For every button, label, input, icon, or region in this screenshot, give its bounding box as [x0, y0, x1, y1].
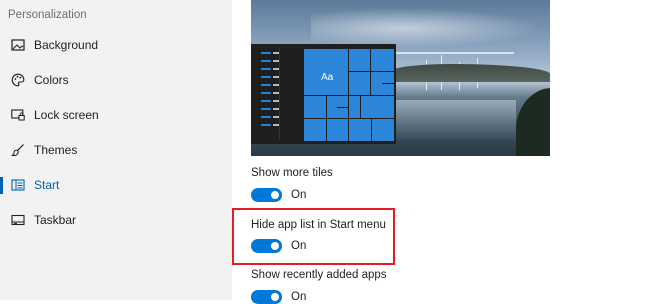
app-list-entry [273, 60, 279, 62]
show-more-tiles-toggle[interactable] [251, 188, 282, 202]
brush-icon [11, 143, 25, 157]
tile-divider [304, 95, 394, 96]
app-list-entry [261, 60, 271, 62]
tile-grid-preview: Aa [304, 49, 394, 141]
tile-divider [304, 118, 348, 119]
sidebar-item-background[interactable]: Background [0, 30, 232, 60]
tile-divider [371, 118, 372, 141]
tile-divider [349, 71, 394, 72]
app-list-entry [261, 76, 271, 78]
tile-divider [382, 83, 394, 84]
sidebar-item-taskbar[interactable]: Taskbar [0, 205, 232, 235]
show-recently-added-toggle[interactable] [251, 290, 282, 304]
settings-sidebar: Personalization Background Colors Lock s… [0, 0, 232, 300]
sidebar-item-label: Lock screen [34, 108, 99, 122]
sidebar-item-label: Background [34, 38, 99, 52]
toggle-knob [271, 191, 279, 199]
app-list-entry [273, 52, 279, 54]
highlight-annotation-box [232, 208, 395, 265]
taskbar-icon [11, 213, 25, 227]
app-list-entry [261, 124, 271, 126]
water-reflection [396, 100, 516, 140]
sidebar-item-label: Themes [34, 143, 78, 157]
app-list-entry [261, 92, 271, 94]
start-icon [11, 178, 25, 192]
picture-icon [11, 38, 25, 52]
app-list-entry [273, 84, 279, 86]
tile-divider [370, 49, 371, 95]
app-list-entry [261, 108, 271, 110]
app-list-entry [273, 108, 279, 110]
app-list-entry [273, 76, 279, 78]
app-list-entry [273, 68, 279, 70]
section-title: Personalization [8, 9, 87, 21]
app-list-entry [261, 116, 271, 118]
start-menu-preview: Aa [251, 44, 396, 144]
sidebar-item-lock-screen[interactable]: Lock screen [0, 100, 232, 130]
app-list-entry [261, 68, 271, 70]
tile-text: Aa [321, 72, 334, 83]
palette-icon [11, 73, 25, 87]
toggle-state-text: On [291, 189, 307, 201]
start-preview: Aa [251, 0, 550, 156]
lock-screen-icon [11, 108, 25, 122]
toggle-knob [271, 242, 279, 250]
sidebar-item-label: Start [34, 178, 60, 192]
hide-app-list-toggle[interactable] [251, 239, 282, 253]
show-recently-added-label: Show recently added apps [251, 269, 387, 281]
tile-divider [337, 107, 348, 108]
app-list-entry [273, 92, 279, 94]
treeline [391, 64, 550, 82]
app-list-entry [261, 52, 271, 54]
toggle-state-text: On [291, 240, 307, 252]
sky-cloud [311, 8, 541, 48]
sidebar-item-label: Taskbar [34, 213, 77, 227]
app-list-entry [273, 100, 279, 102]
sidebar-item-start[interactable]: Start [0, 170, 232, 200]
sidebar-item-colors[interactable]: Colors [0, 65, 232, 95]
shoreline [516, 88, 550, 156]
toggle-state-text: On [291, 291, 307, 303]
app-list-entry [273, 124, 279, 126]
sidebar-item-label: Colors [34, 73, 69, 87]
app-list-entry [273, 116, 279, 118]
bridge [394, 52, 514, 54]
hide-app-list-label: Hide app list in Start menu [251, 219, 386, 231]
show-more-tiles-label: Show more tiles [251, 167, 333, 179]
sidebar-item-themes[interactable]: Themes [0, 135, 232, 165]
app-list-entry [261, 84, 271, 86]
tile-divider [360, 96, 361, 118]
app-list-preview [257, 48, 280, 140]
app-list-entry [261, 100, 271, 102]
